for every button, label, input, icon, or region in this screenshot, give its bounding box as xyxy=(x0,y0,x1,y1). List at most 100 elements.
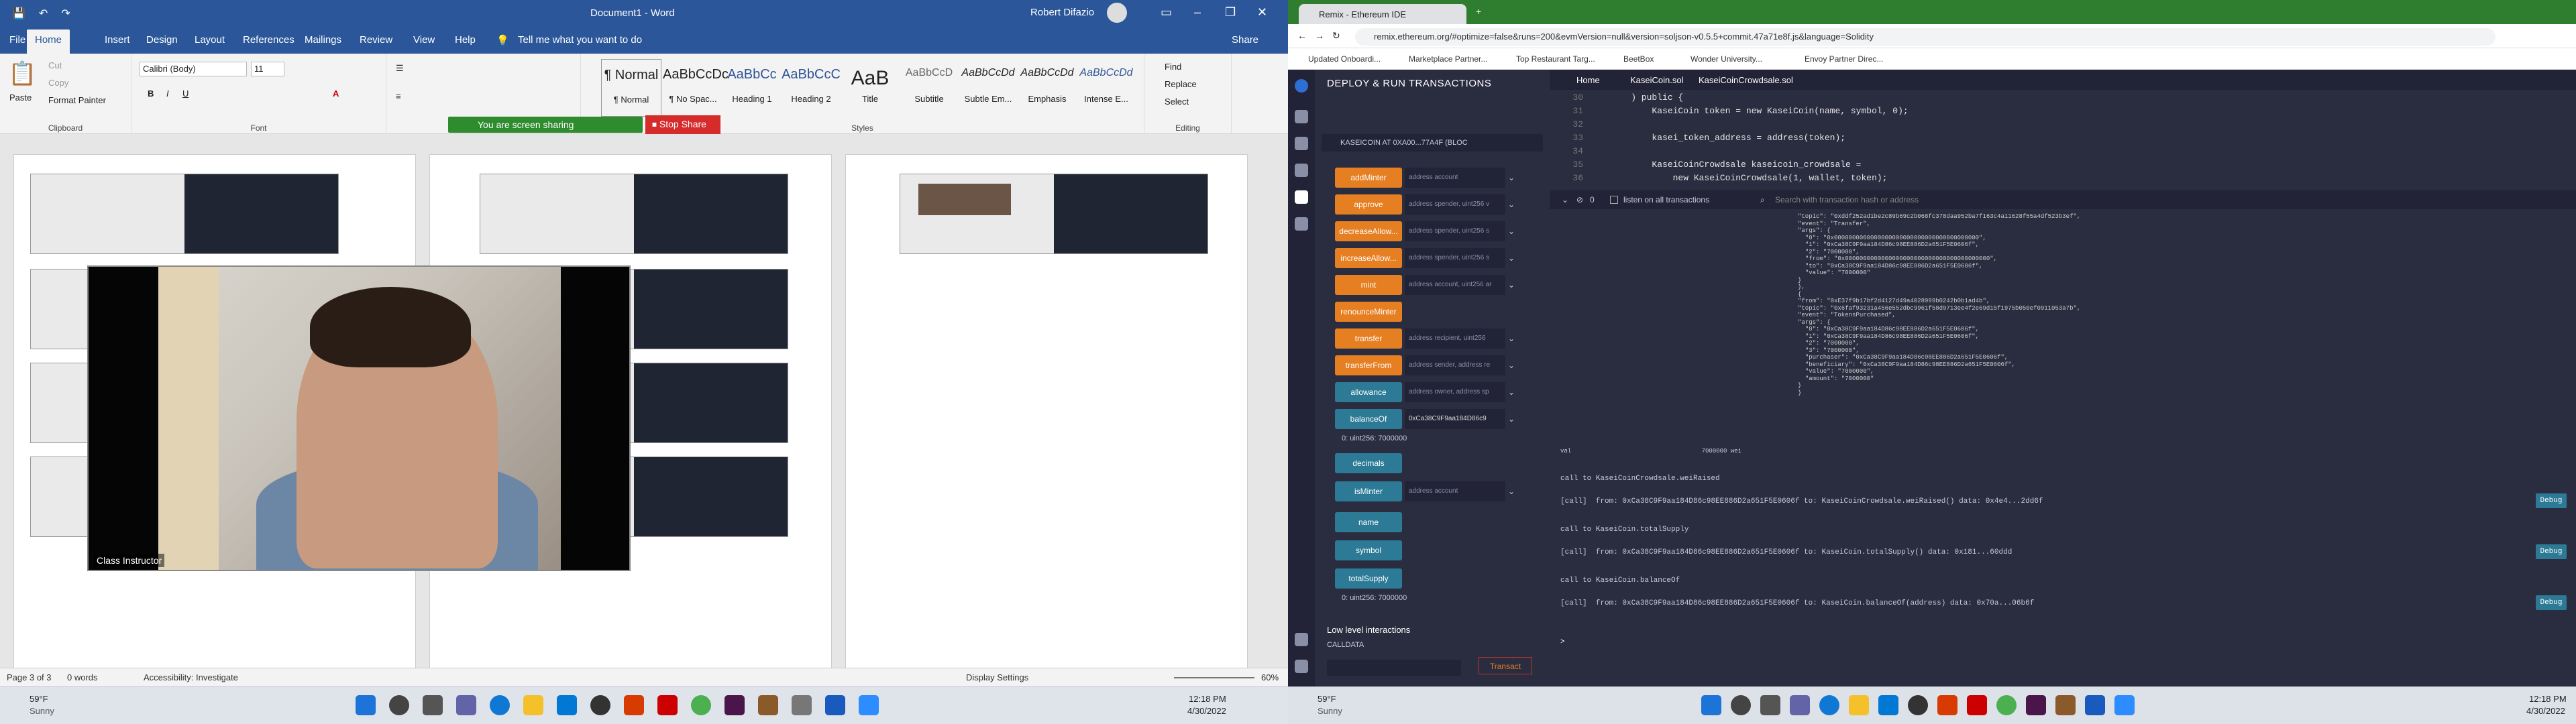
fn-arg-input[interactable]: address account, uint256 ar xyxy=(1405,275,1505,295)
fn-name-button[interactable]: name xyxy=(1335,512,1402,532)
screenshot-thumbnail[interactable] xyxy=(900,174,1208,254)
debug-button[interactable]: Debug xyxy=(2536,595,2567,610)
slack-icon[interactable] xyxy=(724,695,745,715)
calldata-input[interactable] xyxy=(1327,660,1461,676)
bookmark[interactable]: BeetBox xyxy=(1623,54,1654,64)
share-button[interactable]: Share xyxy=(1232,34,1258,46)
style-no-spacing[interactable]: AaBbCcDc ¶ No Spac... xyxy=(663,59,729,117)
start-icon[interactable] xyxy=(356,695,376,715)
address-bar[interactable]: remix.ethereum.org/#optimize=false&runs=… xyxy=(1355,28,2496,46)
select-button[interactable]: Select xyxy=(1165,97,1189,107)
style-subtitle[interactable]: AaBbCcD Subtitle xyxy=(899,59,959,117)
fn-arg-input[interactable]: address spender, uint256 v xyxy=(1405,194,1505,215)
listen-checkbox[interactable] xyxy=(1610,196,1618,204)
fn-arg-input[interactable]: 0xCa38C9F9aa184D86c9 xyxy=(1405,409,1505,429)
fn-arg-input[interactable]: address spender, uint256 s xyxy=(1405,221,1505,241)
redo-icon[interactable]: ↷ xyxy=(61,7,70,20)
fn-transferFrom-button[interactable]: transferFrom xyxy=(1335,355,1402,375)
tab-mailings[interactable]: Mailings xyxy=(305,34,341,46)
forward-icon[interactable]: → xyxy=(1315,30,1324,41)
clock-date[interactable]: 4/30/2022 xyxy=(1187,706,1226,716)
task-view-icon[interactable] xyxy=(423,695,443,715)
store-icon[interactable] xyxy=(557,695,577,715)
fn-arg-input[interactable]: address account xyxy=(1405,481,1505,501)
autosave-icon[interactable]: 💾 xyxy=(12,7,25,20)
style-subtle-emphasis[interactable]: AaBbCcDd Subtle Em... xyxy=(958,59,1018,117)
tell-me-input[interactable]: Tell me what you want to do xyxy=(518,34,642,46)
word-icon[interactable] xyxy=(2085,695,2105,715)
chevron-down-icon[interactable]: ⌄ xyxy=(1508,253,1515,263)
file-explorer-icon[interactable] xyxy=(1295,110,1308,123)
office-icon[interactable] xyxy=(624,695,644,715)
code-line[interactable]: KaseiCoin token = new KaseiCoin(name, sy… xyxy=(1610,106,1908,116)
chevron-down-icon[interactable]: ⌄ xyxy=(1508,334,1515,343)
store-icon[interactable] xyxy=(1878,695,1898,715)
teams-icon[interactable] xyxy=(456,695,476,715)
bookmark[interactable]: Envoy Partner Direc... xyxy=(1805,54,1883,64)
code-line[interactable]: ) public { xyxy=(1610,93,1683,103)
chevron-down-icon[interactable]: ⌄ xyxy=(1508,227,1515,236)
format-painter-button[interactable]: Format Painter xyxy=(48,95,106,105)
weather-temp[interactable]: 59°F xyxy=(30,694,48,704)
deployed-instance[interactable]: KASEICOIN AT 0XA00...77A4F (BLOC xyxy=(1322,134,1543,152)
maximize-icon[interactable]: ❐ xyxy=(1225,5,1236,19)
fn-increaseAllowance-button[interactable]: increaseAllow... xyxy=(1335,248,1402,268)
back-icon[interactable]: ← xyxy=(1297,30,1307,41)
acrobat-icon[interactable] xyxy=(1967,695,1987,715)
fn-transfer-button[interactable]: transfer xyxy=(1335,328,1402,349)
fn-isMinter-button[interactable]: isMinter xyxy=(1335,481,1402,501)
align-left-icon[interactable]: ≡ xyxy=(396,91,401,101)
page-count[interactable]: Page 3 of 3 xyxy=(7,672,52,682)
transact-button[interactable]: Transact xyxy=(1479,657,1532,674)
style-heading-1[interactable]: AaBbCc Heading 1 xyxy=(722,59,782,117)
code-editor[interactable]: 30 ) public { 31 KaseiCoin token = new K… xyxy=(1550,90,2576,190)
collapse-terminal-icon[interactable]: ⌄ xyxy=(1562,195,1568,204)
zoom-level[interactable]: 60% xyxy=(1261,672,1279,682)
code-line[interactable]: KaseiCoinCrowdsale kaseicoin_crowdsale = xyxy=(1610,160,1861,170)
clear-terminal-icon[interactable]: ⊘ xyxy=(1576,195,1583,204)
font-color-icon[interactable]: A xyxy=(333,88,339,99)
italic-button[interactable]: I xyxy=(166,88,169,99)
chevron-down-icon[interactable]: ⌄ xyxy=(1508,280,1515,290)
fn-arg-input[interactable]: address sender, address re xyxy=(1405,355,1505,375)
chevron-down-icon[interactable]: ⌄ xyxy=(1508,173,1515,182)
tab-kaseicoin[interactable]: KaseiCoin.sol xyxy=(1630,75,1684,85)
dell-icon[interactable] xyxy=(1908,695,1928,715)
tab-insert[interactable]: Insert xyxy=(105,34,130,46)
debug-button[interactable]: Debug xyxy=(2536,544,2567,559)
fn-decimals-button[interactable]: decimals xyxy=(1335,453,1402,473)
search-icon[interactable] xyxy=(389,695,409,715)
edge-icon[interactable] xyxy=(1819,695,1839,715)
app-icon[interactable] xyxy=(758,695,778,715)
stop-share-button[interactable]: ⏹ Stop Share xyxy=(645,115,720,134)
font-size-dropdown[interactable]: 11 xyxy=(251,62,284,76)
zoom-icon[interactable] xyxy=(859,695,879,715)
reload-icon[interactable]: ↻ xyxy=(1332,30,1340,42)
plugin-icon[interactable] xyxy=(1295,217,1308,231)
fn-arg-input[interactable]: address account xyxy=(1405,168,1505,188)
call-line[interactable]: [call] from: 0xCa38C9F9aa184D86c98EE886D… xyxy=(1560,599,2034,607)
new-tab-icon[interactable]: + xyxy=(1476,6,1481,17)
plugin-manager-icon[interactable] xyxy=(1295,633,1308,646)
fn-allowance-button[interactable]: allowance xyxy=(1335,382,1402,402)
chevron-down-icon[interactable]: ⌄ xyxy=(1508,361,1515,370)
bullets-icon[interactable]: ☰ xyxy=(396,63,404,74)
chrome-icon[interactable] xyxy=(1996,695,2017,715)
chevron-down-icon[interactable]: ⌄ xyxy=(1508,487,1515,496)
tab-file[interactable]: File xyxy=(9,34,25,46)
remix-logo-icon[interactable] xyxy=(1295,79,1308,93)
style-heading-2[interactable]: AaBbCcC Heading 2 xyxy=(781,59,841,117)
search-icon[interactable] xyxy=(1295,137,1308,150)
chrome-tab[interactable]: Remix - Ethereum IDE xyxy=(1299,4,1466,24)
fn-arg-input[interactable]: address recipient, uint256 xyxy=(1405,328,1505,349)
code-line[interactable]: new KaseiCoinCrowdsale(1, wallet, token)… xyxy=(1610,173,1888,183)
paste-button[interactable]: Paste xyxy=(9,93,32,103)
undo-icon[interactable]: ↶ xyxy=(39,7,48,20)
ribbon-display-icon[interactable]: ▭ xyxy=(1161,5,1172,19)
cut-button[interactable]: Cut xyxy=(48,60,62,70)
page-3[interactable] xyxy=(845,154,1248,670)
bookmark[interactable]: Marketplace Partner... xyxy=(1409,54,1487,64)
start-icon[interactable] xyxy=(1701,695,1721,715)
fn-symbol-button[interactable]: symbol xyxy=(1335,540,1402,560)
fn-decreaseAllowance-button[interactable]: decreaseAllow... xyxy=(1335,221,1402,241)
